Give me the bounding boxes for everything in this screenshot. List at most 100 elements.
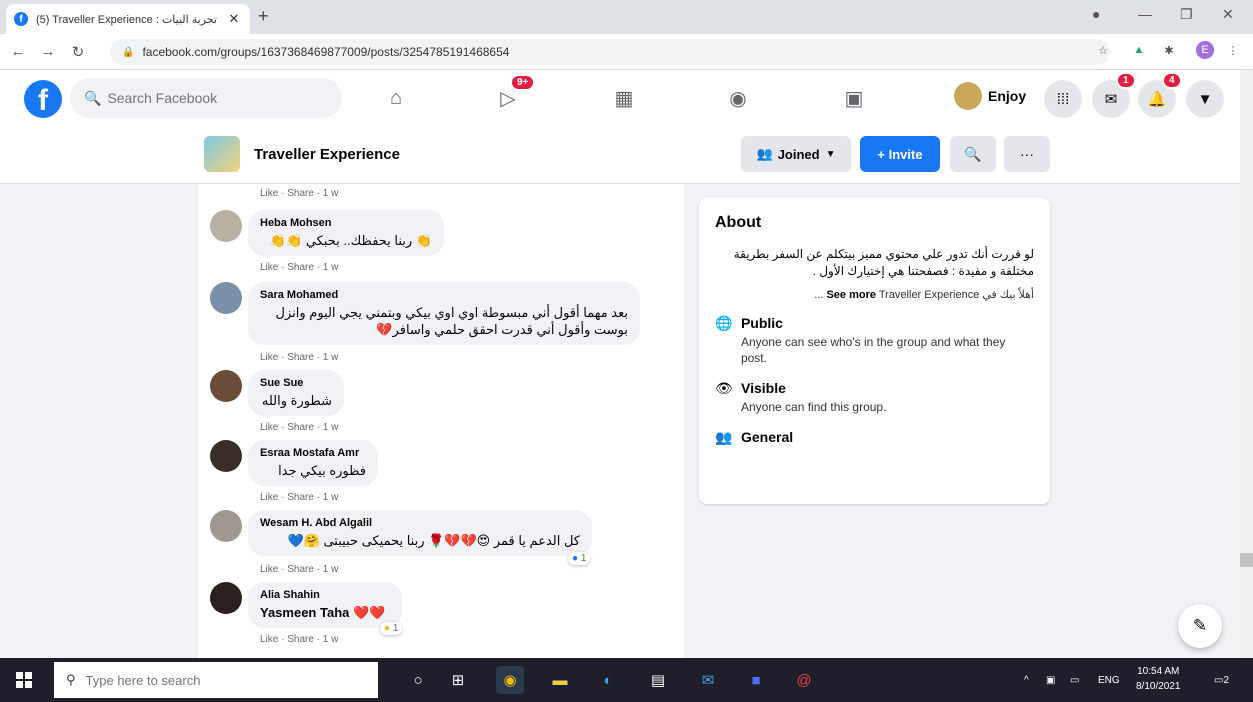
close-window-icon[interactable]: ✕ [1222,6,1234,23]
notification-center-icon[interactable]: ▭ 2 [1214,658,1229,702]
general-title: General [741,429,794,445]
commenter-name[interactable]: Wesam H. Abd Algalil [260,517,580,529]
task-view-icon[interactable]: ⊞ [444,666,472,694]
lock-icon: 🔒 [122,46,135,58]
commenter-name[interactable]: Sue Sue [260,377,332,389]
reaction-count[interactable]: ● 1 [568,552,591,565]
tray-chevron-icon[interactable]: ^ [1024,658,1029,702]
public-title: Public [740,315,783,331]
group-thumbnail[interactable] [204,136,240,172]
commenter-name[interactable]: Esraa Mostafa Amr [260,447,366,459]
comment-text: كل الدعم يا قمر 😍💔💔🌹 ربنا يحميكى حبيبتى … [287,533,580,548]
comment-actions[interactable]: Like · Share · 1 w [260,352,338,363]
see-more-prefix: أهلاً بيك في [982,289,1034,301]
tray-network-icon[interactable]: ▣ [1046,658,1055,702]
search-icon: 🔍 [84,89,102,106]
avatar [954,82,982,110]
group-search-button[interactable]: 🔍 [950,136,996,172]
group-name[interactable]: Traveller Experience [254,146,400,163]
comment-text: Yasmeen Taha ❤️❤️ [260,605,386,620]
members-icon: 👥 [756,146,773,161]
home-icon[interactable]: ⌂ [382,84,410,112]
zoom-icon[interactable]: ■ [742,666,770,694]
taskbar-search[interactable]: ⚲ [54,662,378,698]
restore-icon[interactable]: ❐ [1180,6,1193,23]
file-explorer-icon[interactable]: ▬ [546,666,574,694]
browser-tab[interactable]: f (5) Traveller Experience : تجربة البيا… [6,4,250,34]
marketplace-icon[interactable]: ▦ [610,84,638,112]
facebook-logo-icon[interactable]: f [24,80,62,118]
comment-bubble: Heba Mohsen 👏 ربنا يحفظك.. بحبكي 👏👏 [248,210,444,256]
scrollbar-thumb[interactable] [1240,553,1253,567]
comment-text: شطورة والله [261,393,332,408]
groups-icon[interactable]: ◉ [724,84,752,112]
members-icon: 👥 [715,429,733,445]
comment-actions[interactable]: Like · Share · 1 w [260,564,338,575]
gaming-icon[interactable]: ▣ [840,84,868,112]
compose-icon: ✎ [1192,616,1208,635]
commenter-name[interactable]: Sara Mohamed [260,289,628,301]
search-box[interactable]: 🔍 [70,78,342,118]
visibility-row: 👁 Visible Anyone can find this group. [715,380,1034,415]
account-icon[interactable]: ● [1092,6,1100,22]
commenter-name[interactable]: Alia Shahin [260,589,390,601]
joined-button[interactable]: 👥 Joined ▼ [741,136,851,172]
comment-bubble: Alia Shahin Yasmeen Taha ❤️❤️ [248,582,402,628]
back-icon[interactable]: ← [6,43,30,60]
mail-icon[interactable]: ✉ [694,666,722,694]
cortana-icon[interactable]: ○ [404,666,432,694]
reload-icon[interactable]: ↻ [66,43,90,61]
profile-avatar-icon[interactable]: E [1196,41,1214,59]
search-icon: 🔍 [964,145,982,162]
close-tab-icon[interactable]: ✕ [226,11,242,27]
comment-actions[interactable]: Like · Share · 1 w [260,188,338,199]
drive-extension-icon[interactable]: ▲ [1130,41,1148,59]
invite-button[interactable]: + Invite [860,136,940,172]
browser-menu-icon[interactable]: ⋮ [1224,41,1242,59]
comment-bubble: Wesam H. Abd Algalil كل الدعم يا قمر 😍💔💔… [248,510,592,556]
commenter-name[interactable]: Heba Mohsen [260,217,432,229]
menu-grid-icon[interactable]: ⁞⁞⁞ [1044,80,1082,118]
page-scrollbar[interactable] [1240,70,1253,658]
like-reaction-icon: ● [572,553,579,564]
avatar[interactable] [210,210,242,242]
search-input[interactable] [107,90,328,106]
minimize-icon[interactable]: — [1138,6,1152,22]
search-icon: ⚲ [66,672,76,687]
new-tab-button[interactable]: + [258,6,269,27]
profile-link[interactable]: Enjoy [954,82,1026,110]
reaction-count[interactable]: ● 1 [380,622,403,635]
avatar[interactable] [210,440,242,472]
tray-keyboard-icon[interactable]: ▭ [1070,658,1079,702]
url-field[interactable]: 🔒 facebook.com/groups/1637368469877009/p… [110,39,1110,65]
comment-actions[interactable]: Like · Share · 1 w [260,634,338,645]
account-dropdown-icon[interactable]: ▼ [1186,80,1224,118]
profile-name: Enjoy [988,88,1027,104]
bookmark-star-icon[interactable]: ☆ [1094,41,1112,59]
comment-actions[interactable]: Like · Share · 1 w [260,422,338,433]
app-icon[interactable]: @ [790,666,818,694]
taskbar-search-input[interactable] [85,672,346,688]
forward-icon[interactable]: → [36,43,60,60]
facebook-favicon-icon: f [14,12,28,26]
avatar[interactable] [210,582,242,614]
language-indicator[interactable]: ENG [1098,658,1120,702]
edge-icon[interactable]: ◐ [594,666,622,694]
store-icon[interactable]: ▤ [644,666,672,694]
privacy-row: 🌐 Public Anyone can see who's in the gro… [715,315,1034,366]
chrome-icon[interactable]: ◉ [496,666,524,694]
comment-actions[interactable]: Like · Share · 1 w [260,492,338,503]
system-clock[interactable]: 10:54 AM 8/10/2021 [1136,664,1181,694]
windows-start-icon[interactable] [16,672,32,688]
address-bar: ← → ↻ 🔒 facebook.com/groups/163736846987… [0,34,1253,70]
globe-icon: 🌐 [715,315,733,331]
see-more-link[interactable]: See more [826,289,876,301]
new-message-button[interactable]: ✎ [1178,604,1222,648]
comment-actions[interactable]: Like · Share · 1 w [260,262,338,273]
avatar[interactable] [210,282,242,314]
avatar[interactable] [210,370,242,402]
avatar[interactable] [210,510,242,542]
more-options-button[interactable]: ··· [1004,136,1050,172]
extensions-icon[interactable]: ✱ [1160,41,1178,59]
visible-subtitle: Anyone can find this group. [741,400,887,414]
